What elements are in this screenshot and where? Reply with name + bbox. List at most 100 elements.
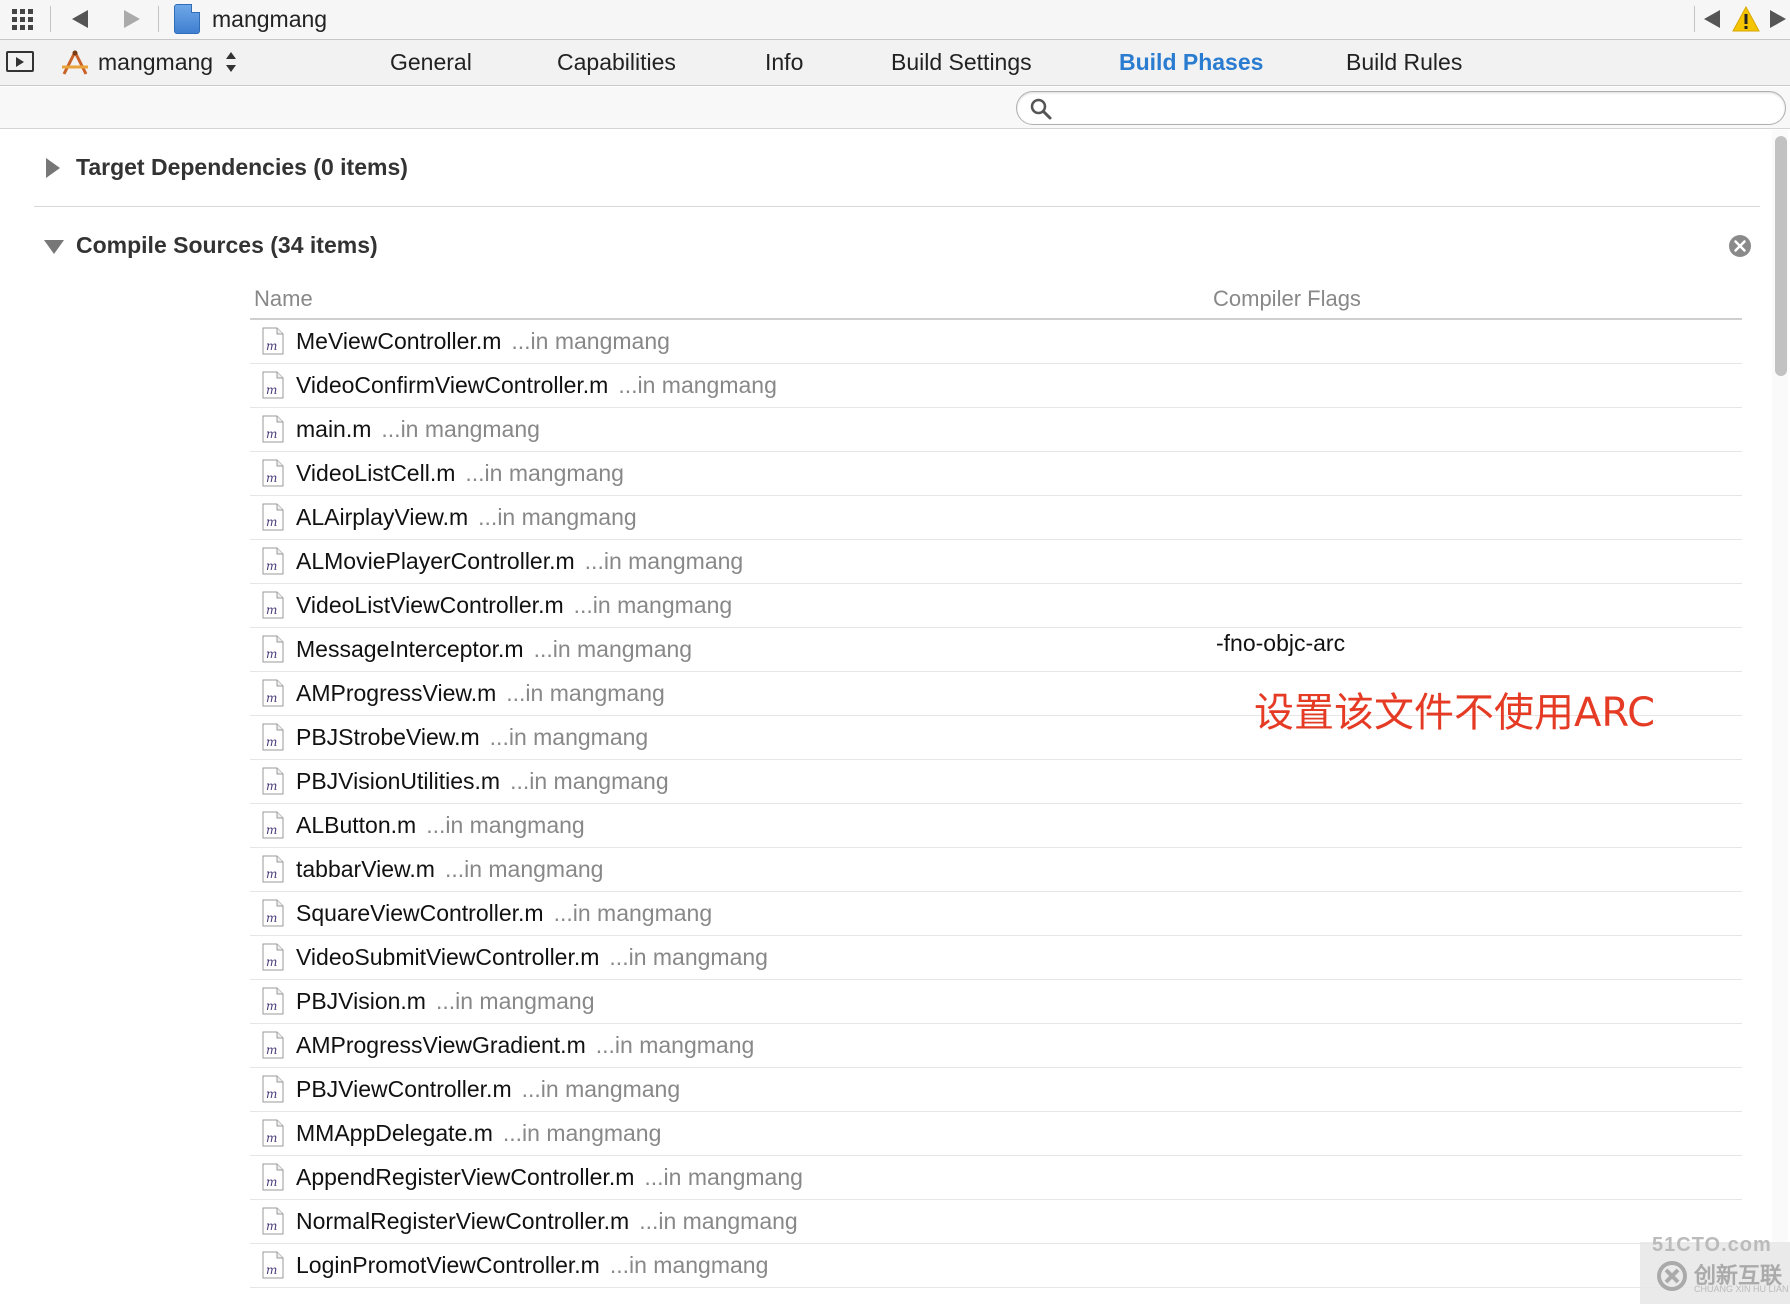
file-name: PBJStrobeView.m [296,724,480,750]
stepper-chevrons-icon[interactable] [226,51,236,73]
back-arrow-icon[interactable] [72,10,88,28]
table-row[interactable]: m LoginPromotViewController.m ...in mangma… [250,1244,1742,1288]
file-name-cell: main.m ...in mangmang [296,416,540,443]
forward-arrow-icon[interactable] [124,10,140,28]
file-location: ...in mangmang [444,856,604,882]
table-row[interactable]: m AppendRegisterViewController.m ...in man… [250,1156,1742,1200]
search-input[interactable] [1059,95,1769,121]
table-row[interactable]: m PBJVision.m ...in mangmang [250,980,1742,1024]
file-name: AppendRegisterViewController.m [296,1164,635,1190]
tab-build-phases[interactable]: Build Phases [1119,49,1263,76]
table-row[interactable]: m VideoListCell.m ...in mangmang [250,452,1742,496]
file-name-cell: MMAppDelegate.m ...in mangmang [296,1120,661,1147]
file-name-cell: AMProgressView.m ...in mangmang [296,680,665,707]
table-row[interactable]: m PBJViewController.m ...in mangmang [250,1068,1742,1112]
file-name: MMAppDelegate.m [296,1120,493,1146]
file-location: ...in mangmang [435,988,595,1014]
remove-circle-icon[interactable] [1728,234,1752,258]
file-location: ...in mangmang [478,504,637,530]
column-header-name[interactable]: Name [254,286,313,312]
watermark-logo-icon [1657,1261,1687,1291]
file-location: ...in mangmang [465,460,624,486]
svg-text:m: m [266,823,277,837]
phase-title: Compile Sources (34 items) [76,232,378,258]
file-name-cell: MessageInterceptor.m ...in mangmang [296,636,692,663]
svg-text:m: m [266,515,277,529]
next-issue-arrow-icon[interactable] [1770,10,1786,28]
file-location: ...in mangmang [639,1208,798,1234]
svg-text:m: m [266,735,277,749]
table-row[interactable]: m MeViewController.m ...in mangmang [250,320,1742,364]
tab-general[interactable]: General [390,49,472,76]
jump-bar-project-name[interactable]: mangmang [212,6,327,33]
file-name-cell: VideoConfirmViewController.m ...in mangma… [296,372,777,399]
compiler-flags-cell[interactable]: -fno-objc-arc [1216,630,1345,657]
objc-m-file-icon: m [262,591,284,619]
file-location: ...in mangmang [489,724,649,750]
table-row[interactable]: m tabbarView.m ...in mangmang [250,848,1742,892]
table-row[interactable]: m main.m ...in mangmang [250,408,1742,452]
objc-m-file-icon: m [262,1075,284,1103]
target-selector[interactable]: mangmang [98,49,213,76]
disclosure-triangle-open-icon[interactable] [44,240,64,254]
objc-m-file-icon: m [262,723,284,751]
table-row[interactable]: m AMProgressViewGradient.m ...in mangmang [250,1024,1742,1068]
related-items-grid-icon[interactable] [12,9,36,31]
objc-m-file-icon: m [262,1251,284,1279]
phase-target-dependencies[interactable]: Target Dependencies (0 items) [0,148,1760,188]
svg-text:m: m [266,339,277,353]
svg-text:m: m [266,1219,277,1233]
search-field[interactable] [1016,91,1786,125]
table-row[interactable]: m PBJVisionUtilities.m ...in mangmang [250,760,1742,804]
file-name-cell: PBJVision.m ...in mangmang [296,988,595,1015]
vertical-scrollbar-thumb[interactable] [1775,136,1787,376]
editor-tab-bar: mangmang General Capabilities Info Build… [0,40,1790,86]
svg-text:m: m [266,955,277,969]
objc-m-file-icon: m [262,371,284,399]
jump-bar: mangmang [0,0,1790,40]
watermark-sub-text: CHUANG XIN HU LIAN [1694,1284,1789,1294]
table-row[interactable]: m MessageInterceptor.m ...in mangmang -fno-… [250,628,1742,672]
file-name-cell: MeViewController.m ...in mangmang [296,328,670,355]
file-name-cell: SquareViewController.m ...in mangmang [296,900,712,927]
file-location: ...in mangmang [609,944,768,970]
disclosure-triangle-closed-icon[interactable] [46,158,60,178]
jump-bar-separator [158,6,159,32]
previous-issue-arrow-icon[interactable] [1704,10,1720,28]
table-row[interactable]: m VideoListViewController.m ...in mangmang [250,584,1742,628]
tab-build-rules[interactable]: Build Rules [1346,49,1462,76]
file-name: PBJViewController.m [296,1076,512,1102]
table-row[interactable]: m NormalRegisterViewController.m ...in man… [250,1200,1742,1244]
tab-build-settings[interactable]: Build Settings [891,49,1032,76]
file-name-cell: ALAirplayView.m ...in mangmang [296,504,637,531]
table-row[interactable]: m VideoSubmitViewController.m ...in mangma… [250,936,1742,980]
tab-info[interactable]: Info [765,49,803,76]
column-header-compiler-flags[interactable]: Compiler Flags [1213,286,1361,312]
file-name-cell: ALButton.m ...in mangmang [296,812,585,839]
file-name: MeViewController.m [296,328,502,354]
table-row[interactable]: m ALMoviePlayerController.m ...in mangmang [250,540,1742,584]
tab-capabilities[interactable]: Capabilities [557,49,676,76]
file-name: ALMoviePlayerController.m [296,548,575,574]
table-row[interactable]: m MMAppDelegate.m ...in mangmang [250,1112,1742,1156]
objc-m-file-icon: m [262,943,284,971]
svg-text:m: m [266,911,277,925]
svg-text:m: m [266,1043,277,1057]
objc-m-file-icon: m [262,635,284,663]
objc-m-file-icon: m [262,1031,284,1059]
file-location: ...in mangmang [584,548,744,574]
file-name: VideoListViewController.m [296,592,564,618]
svg-text:m: m [266,999,277,1013]
table-row[interactable]: m ALButton.m ...in mangmang [250,804,1742,848]
table-row[interactable]: m VideoConfirmViewController.m ...in mangm… [250,364,1742,408]
table-row[interactable]: m ALAirplayView.m ...in mangmang [250,496,1742,540]
file-name: VideoSubmitViewController.m [296,944,600,970]
sidebar-toggle-icon[interactable] [6,51,34,72]
file-name-cell: LoginPromotViewController.m ...in mangman… [296,1252,768,1279]
svg-text:m: m [266,647,277,661]
file-name: AMProgressView.m [296,680,497,706]
table-row[interactable]: m SquareViewController.m ...in mangmang [250,892,1742,936]
phase-compile-sources[interactable]: Compile Sources (34 items) [0,226,1760,266]
objc-m-file-icon: m [262,327,284,355]
warning-icon[interactable] [1732,6,1760,32]
